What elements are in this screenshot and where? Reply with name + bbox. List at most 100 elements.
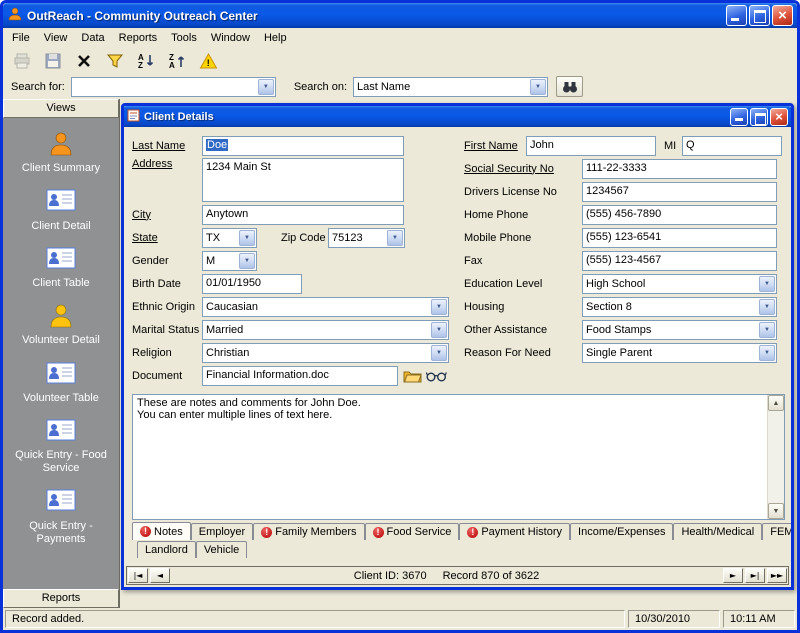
tab-employer[interactable]: Employer [191,523,253,540]
tab-health-medical[interactable]: Health/Medical [673,523,762,540]
drivers-license-input[interactable]: 1234567 [582,182,777,202]
field-row-mobile-phone: Mobile Phone (555) 123-6541 [464,227,785,248]
mobile-phone-input[interactable]: (555) 123-6541 [582,228,777,248]
reason-for-need-select[interactable]: Single Parent [582,343,777,363]
sidebar-item-client-summary[interactable]: Client Summary [3,130,119,175]
mi-input[interactable]: Q [682,136,782,156]
filter-icon[interactable] [104,50,126,72]
tab-vehicle[interactable]: Vehicle [196,541,247,558]
tab-notes[interactable]: Notes [132,522,191,540]
client-close-button[interactable] [770,108,788,126]
education-level-select[interactable]: High School [582,274,777,294]
first-name-input[interactable]: John [526,136,656,156]
views-header[interactable]: Views [3,99,119,118]
fax-input[interactable]: (555) 123-4567 [582,251,777,271]
sidebar-item-quick-entry-payments[interactable]: Quick Entry - Payments [3,487,119,546]
gender-select[interactable]: M [202,251,257,271]
search-for-input[interactable] [71,77,276,97]
close-button[interactable] [772,5,793,26]
last-name-value: Doe [206,139,228,151]
sort-descending-icon[interactable]: ZA [166,50,188,72]
tab-income-expenses[interactable]: Income/Expenses [570,523,673,540]
alert-icon [261,527,272,538]
scroll-down-icon[interactable] [768,503,784,519]
tab-food-service[interactable]: Food Service [365,523,460,540]
tab-label: Health/Medical [681,526,754,538]
find-button[interactable] [556,76,583,97]
birth-date-input[interactable]: 01/01/1950 [202,274,302,294]
other-assistance-select[interactable]: Food Stamps [582,320,777,340]
menu-tools[interactable]: Tools [164,29,204,47]
previous-record-button[interactable]: ◄ [150,568,170,583]
sort-ascending-icon[interactable]: AZ [135,50,157,72]
menu-reports[interactable]: Reports [112,29,165,47]
chevron-down-icon[interactable] [759,276,775,292]
record-count-text: Record 870 of 3622 [443,570,540,582]
search-on-select[interactable]: Last Name [353,77,548,97]
client-maximize-button[interactable] [750,108,768,126]
chevron-down-icon[interactable] [759,322,775,338]
client-card-icon [46,187,76,217]
menu-data[interactable]: Data [74,29,111,47]
delete-icon[interactable] [73,50,95,72]
open-folder-icon[interactable] [403,369,422,383]
sidebar-item-client-table[interactable]: Client Table [3,245,119,290]
save-icon[interactable] [42,50,64,72]
next-record-button[interactable]: ► [723,568,743,583]
client-minimize-button[interactable] [730,108,748,126]
document-input[interactable]: Financial Information.doc [202,366,398,386]
chevron-down-icon[interactable] [431,322,447,338]
search-on-value: Last Name [354,81,529,93]
chevron-down-icon[interactable] [239,230,255,246]
chevron-down-icon[interactable] [431,345,447,361]
state-select[interactable]: TX [202,228,257,248]
client-card-icon [46,360,76,390]
first-record-button[interactable]: |◄ [128,568,148,583]
minimize-button[interactable] [726,5,747,26]
binoculars-icon [562,80,578,94]
address-input[interactable]: 1234 Main St [202,158,404,202]
home-phone-input[interactable]: (555) 456-7890 [582,205,777,225]
print-icon[interactable] [11,50,33,72]
chevron-down-icon[interactable] [387,230,403,246]
scroll-up-icon[interactable] [768,395,784,411]
sidebar-item-volunteer-table[interactable]: Volunteer Table [3,360,119,405]
view-document-icon[interactable] [426,370,447,382]
city-input[interactable]: Anytown [202,205,404,225]
tab-family-members[interactable]: Family Members [253,523,364,540]
state-value: TX [203,232,238,244]
chevron-down-icon[interactable] [431,299,447,315]
last-name-input[interactable]: Doe [202,136,404,156]
chevron-down-icon[interactable] [239,253,255,269]
alert-icon [140,526,151,537]
religion-select[interactable]: Christian [202,343,449,363]
reports-header[interactable]: Reports [3,589,119,608]
menu-file[interactable]: File [5,29,37,47]
menu-window[interactable]: Window [204,29,257,47]
new-record-button[interactable]: ►► [767,568,787,583]
menu-view[interactable]: View [37,29,75,47]
menu-help[interactable]: Help [257,29,294,47]
sidebar-item-client-detail[interactable]: Client Detail [3,187,119,232]
notes-textarea[interactable]: These are notes and comments for John Do… [132,394,785,520]
chevron-down-icon[interactable] [530,79,546,95]
tab-label: Food Service [387,526,452,538]
tab-fema[interactable]: FEMA [762,523,791,540]
tab-landlord[interactable]: Landlord [137,541,196,558]
sidebar-item-volunteer-detail[interactable]: Volunteer Detail [3,302,119,347]
housing-select[interactable]: Section 8 [582,297,777,317]
notes-scrollbar[interactable] [767,395,784,519]
sidebar-item-label: Quick Entry - Food Service [6,449,116,475]
zip-code-select[interactable]: 75123 [328,228,405,248]
ethnic-origin-select[interactable]: Caucasian [202,297,449,317]
chevron-down-icon[interactable] [759,345,775,361]
warning-icon[interactable]: ! [197,50,219,72]
chevron-down-icon[interactable] [759,299,775,315]
ssn-input[interactable]: 111-22-3333 [582,159,777,179]
chevron-down-icon[interactable] [258,79,274,95]
last-record-button[interactable]: ►| [745,568,765,583]
marital-status-select[interactable]: Married [202,320,449,340]
maximize-button[interactable] [749,5,770,26]
sidebar-item-quick-entry-food-service[interactable]: Quick Entry - Food Service [3,417,119,476]
tab-payment-history[interactable]: Payment History [459,523,570,540]
